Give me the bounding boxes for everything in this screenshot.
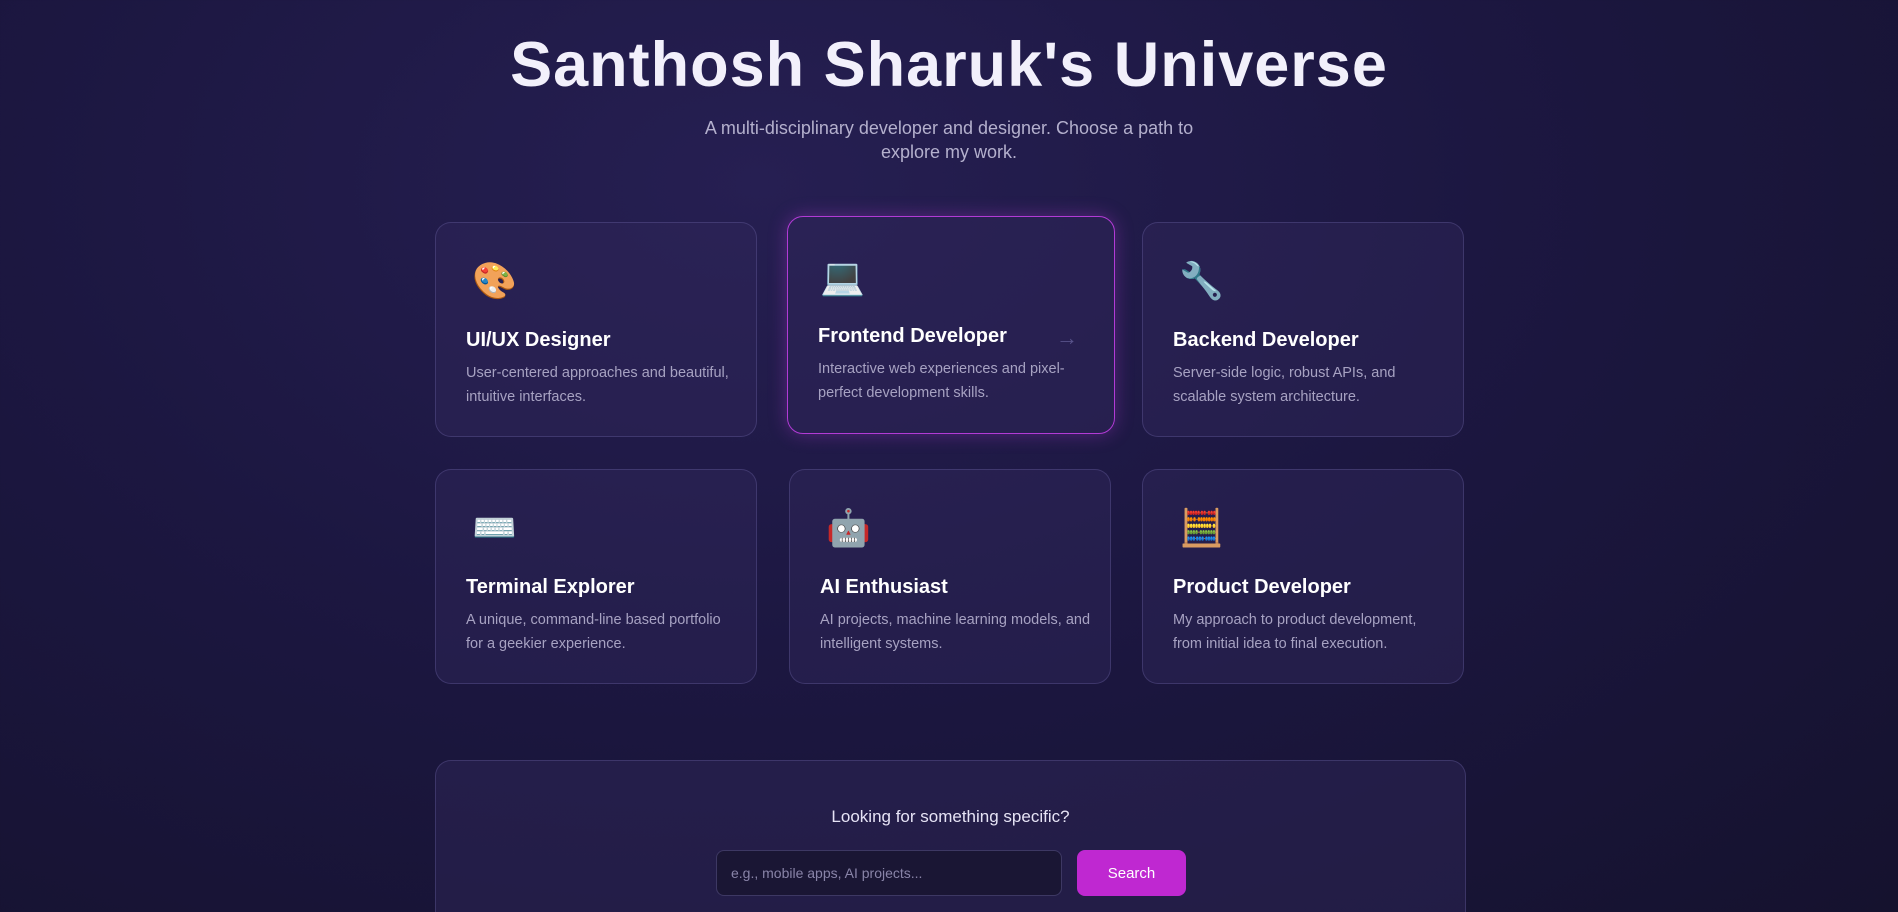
card-title: AI Enthusiast bbox=[820, 576, 948, 598]
card-ai-enthusiast[interactable]: 🤖 AI Enthusiast AI projects, machine lea… bbox=[789, 469, 1111, 684]
palette-icon: 🎨 bbox=[472, 261, 517, 302]
card-product-developer[interactable]: 🧮 Product Developer My approach to produ… bbox=[1142, 469, 1464, 684]
page-subtitle: A multi-disciplinary developer and desig… bbox=[704, 118, 1194, 162]
search-heading: Looking for something specific? bbox=[831, 807, 1070, 826]
landing-page: Santhosh Sharuk's Universe A multi-disci… bbox=[0, 0, 1898, 912]
keyboard-icon: ⌨️ bbox=[472, 508, 517, 549]
card-title: Terminal Explorer bbox=[466, 576, 635, 598]
wrench-icon: 🔧 bbox=[1179, 261, 1224, 302]
card-description: Interactive web experiences and pixel-pe… bbox=[818, 361, 1065, 401]
search-button[interactable]: Search bbox=[1077, 850, 1186, 896]
card-backend-developer[interactable]: 🔧 Backend Developer Server-side logic, r… bbox=[1142, 222, 1464, 437]
arrow-right-icon: → bbox=[1056, 325, 1078, 350]
card-title: UI/UX Designer bbox=[466, 329, 611, 351]
calculator-icon: 🧮 bbox=[1179, 508, 1224, 549]
laptop-icon: 💻 bbox=[820, 257, 865, 298]
card-description: My approach to product development, from… bbox=[1173, 612, 1417, 652]
card-frontend-developer[interactable]: 💻 Frontend Developer → Interactive web e… bbox=[787, 216, 1115, 434]
card-title: Frontend Developer bbox=[818, 325, 1007, 347]
card-description: A unique, command-line based portfolio f… bbox=[466, 612, 721, 652]
search-input[interactable] bbox=[716, 850, 1062, 896]
card-ui-ux-designer[interactable]: 🎨 UI/UX Designer User-centered approache… bbox=[435, 222, 757, 437]
card-terminal-explorer[interactable]: ⌨️ Terminal Explorer A unique, command-l… bbox=[435, 469, 757, 684]
card-description: AI projects, machine learning models, an… bbox=[820, 612, 1091, 652]
card-description: User-centered approaches and beautiful, … bbox=[466, 365, 729, 405]
search-panel: Looking for something specific? Search bbox=[435, 760, 1466, 912]
card-title: Backend Developer bbox=[1173, 329, 1359, 351]
card-title: Product Developer bbox=[1173, 576, 1351, 598]
robot-icon: 🤖 bbox=[826, 508, 871, 549]
card-description: Server-side logic, robust APIs, and scal… bbox=[1173, 365, 1396, 405]
page-title: Santhosh Sharuk's Universe bbox=[510, 30, 1388, 100]
